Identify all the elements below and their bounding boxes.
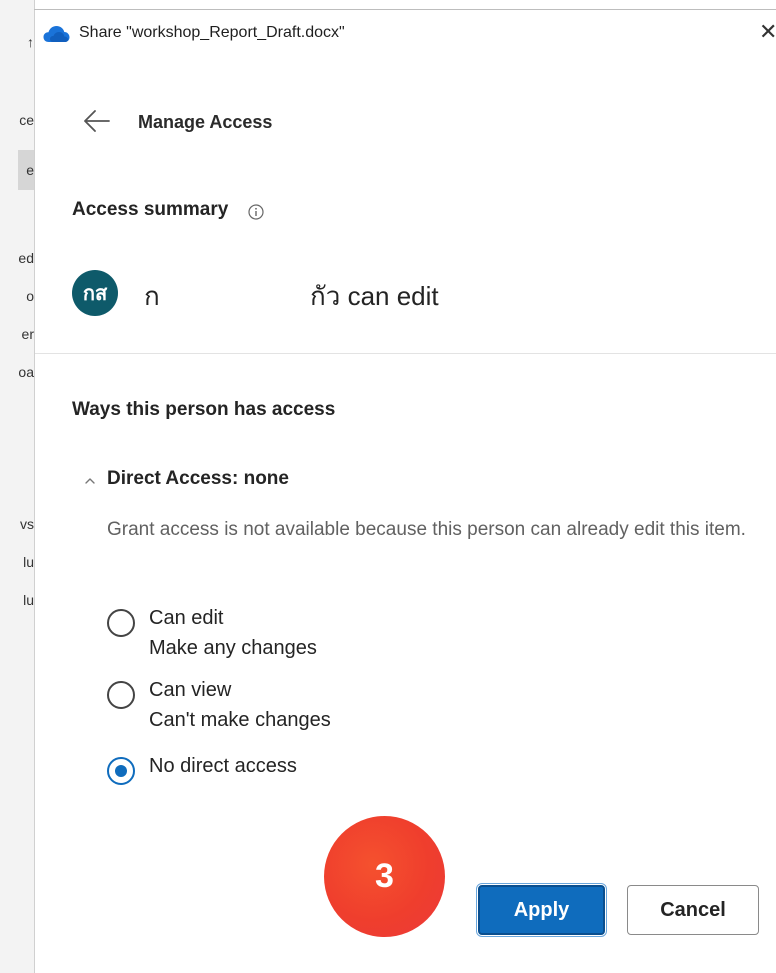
person-name-first: ก: [144, 281, 160, 311]
radio-label: Can view: [149, 679, 232, 701]
radio-description: Can't make changes: [149, 709, 331, 731]
arrow-left-icon[interactable]: [83, 108, 111, 134]
info-icon[interactable]: [248, 204, 264, 220]
avatar: กส: [72, 270, 118, 316]
radio-button[interactable]: [107, 681, 135, 709]
onedrive-cloud-icon: [43, 26, 70, 42]
background-text-fragment: lu: [23, 554, 34, 570]
direct-access-toggle[interactable]: Direct Access: none: [107, 468, 289, 490]
step-number-badge: 3: [324, 816, 445, 937]
close-icon[interactable]: ✕: [759, 20, 776, 44]
ways-access-heading: Ways this person has access: [72, 399, 336, 420]
background-text-fragment: oa: [18, 364, 34, 380]
page-title: Manage Access: [138, 112, 273, 132]
background-text-fragment: ce: [19, 112, 34, 128]
section-divider: [35, 353, 776, 354]
background-text-fragment: vs: [20, 516, 34, 532]
radio-description: Make any changes: [149, 637, 317, 659]
background-text-fragment: lu: [23, 592, 34, 608]
access-summary-heading: Access summary: [72, 199, 229, 220]
background-window-strip: ↑ ce e ed o er oa vs lu lu: [0, 0, 35, 973]
background-text-fragment: e: [26, 162, 34, 178]
cancel-button[interactable]: Cancel: [627, 885, 759, 935]
dialog-titlebar: Share "workshop_Report_Draft.docx" ✕: [35, 10, 776, 58]
background-text-fragment: ↑: [27, 34, 34, 50]
background-text-fragment: o: [26, 288, 34, 304]
radio-label: No direct access: [149, 755, 297, 777]
dialog-title: Share "workshop_Report_Draft.docx": [79, 24, 345, 41]
background-text-fragment: er: [21, 326, 34, 342]
background-text-fragment: ed: [18, 250, 34, 266]
person-access-level: กัว can edit: [310, 281, 439, 311]
radio-button[interactable]: [107, 609, 135, 637]
apply-button[interactable]: Apply: [476, 883, 607, 937]
radio-dot: [115, 765, 127, 777]
radio-label: Can edit: [149, 607, 224, 629]
radio-button-selected[interactable]: [107, 757, 135, 785]
chevron-up-icon[interactable]: [83, 476, 97, 486]
share-dialog: Share "workshop_Report_Draft.docx" ✕ Man…: [35, 10, 776, 973]
grant-access-note: Grant access is not available because th…: [107, 519, 746, 540]
